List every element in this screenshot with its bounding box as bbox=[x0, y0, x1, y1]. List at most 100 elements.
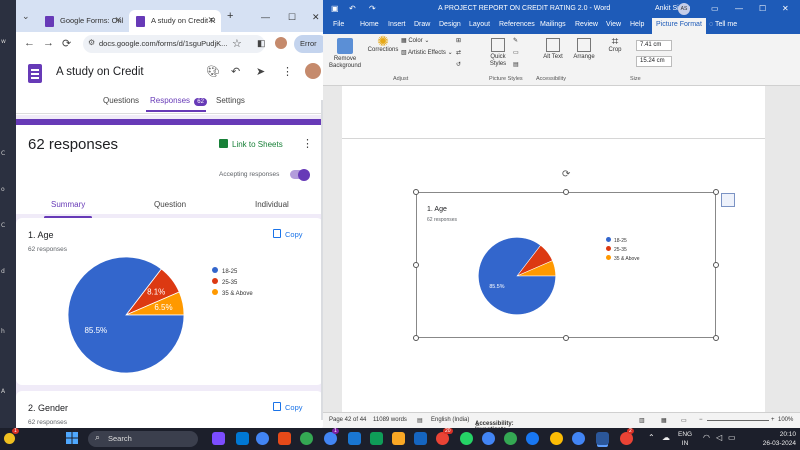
clock[interactable]: 20:10 26-03-2024 bbox=[756, 430, 796, 448]
tab-close-icon[interactable]: ✕ bbox=[207, 15, 215, 26]
tab-home[interactable]: Home bbox=[360, 21, 379, 28]
chrome-icon[interactable] bbox=[300, 432, 313, 445]
accepting-responses-toggle[interactable] bbox=[290, 168, 310, 181]
zoom-out-icon[interactable]: − bbox=[699, 417, 703, 423]
language-indicator[interactable]: ENG IN bbox=[678, 430, 692, 448]
undo-icon[interactable]: ↶ bbox=[349, 4, 356, 13]
avatar[interactable] bbox=[305, 63, 321, 79]
remove-background-button[interactable]: Remove Background bbox=[327, 38, 363, 70]
weather-icon[interactable] bbox=[4, 433, 15, 444]
tab-picture-format[interactable]: Picture Format bbox=[652, 18, 706, 34]
change-picture-icon[interactable]: ⇄ bbox=[456, 50, 461, 57]
chrome-icon[interactable] bbox=[572, 432, 585, 445]
proofing-icon[interactable]: ▤ bbox=[417, 417, 423, 424]
google-forms-logo-icon[interactable] bbox=[28, 64, 42, 83]
resize-handle[interactable] bbox=[413, 335, 419, 341]
app-icon-mail[interactable] bbox=[348, 432, 361, 445]
resize-handle[interactable] bbox=[413, 262, 419, 268]
more-options-icon[interactable]: ⋮ bbox=[302, 137, 313, 150]
tab-design[interactable]: Design bbox=[439, 21, 461, 28]
resize-handle[interactable] bbox=[713, 189, 719, 195]
tab-draw[interactable]: Draw bbox=[414, 21, 430, 28]
tab-help[interactable]: Help bbox=[630, 21, 644, 28]
maximize-icon[interactable]: ☐ bbox=[759, 4, 766, 13]
wifi-icon[interactable]: ◠ bbox=[703, 433, 710, 442]
taskbar-search[interactable]: Search bbox=[88, 431, 198, 447]
chrome-icon[interactable] bbox=[482, 432, 495, 445]
more-options-icon[interactable]: ⋮ bbox=[282, 65, 293, 78]
resize-handle[interactable] bbox=[563, 335, 569, 341]
show-hidden-icons-icon[interactable]: ⌃ bbox=[648, 433, 655, 442]
user-avatar[interactable]: AS bbox=[678, 3, 690, 15]
picture-border-icon[interactable]: ✎ bbox=[513, 38, 518, 45]
picture-effects-icon[interactable]: ▭ bbox=[513, 50, 519, 57]
tab-review[interactable]: Review bbox=[575, 21, 598, 28]
side-panel-icon[interactable]: ◧ bbox=[257, 38, 266, 49]
forward-icon[interactable]: → bbox=[43, 37, 54, 49]
tab-responses[interactable]: Responses 62 bbox=[150, 96, 207, 106]
tab-search-icon[interactable]: ⌄ bbox=[22, 11, 30, 22]
file-explorer-icon[interactable] bbox=[392, 432, 405, 445]
tell-me-search[interactable]: ◌ Tell me bbox=[709, 21, 737, 28]
corrections-button[interactable]: ✺ Corrections bbox=[365, 34, 401, 54]
read-mode-icon[interactable]: ▥ bbox=[639, 417, 645, 424]
width-field[interactable]: 15.24 cm bbox=[636, 56, 672, 67]
maximize-icon[interactable]: ☐ bbox=[288, 12, 296, 23]
palette-icon[interactable]: 🎨︎ bbox=[206, 65, 220, 78]
whatsapp-icon[interactable] bbox=[460, 432, 473, 445]
minimize-icon[interactable]: — bbox=[261, 12, 270, 22]
resize-handle[interactable] bbox=[713, 262, 719, 268]
send-icon[interactable]: ➤ bbox=[256, 65, 265, 78]
error-button[interactable]: Error bbox=[294, 35, 323, 53]
resize-handle[interactable] bbox=[713, 335, 719, 341]
zoom-level[interactable]: 100% bbox=[778, 417, 793, 423]
ribbon-display-icon[interactable]: ▭ bbox=[711, 4, 719, 13]
language-indicator[interactable]: English (India) bbox=[431, 417, 469, 423]
app-icon-edge[interactable] bbox=[414, 432, 427, 445]
close-window-icon[interactable]: ✕ bbox=[312, 12, 320, 23]
alt-text-button[interactable]: Alt Text bbox=[541, 38, 565, 61]
compress-pictures-icon[interactable]: ⊞ bbox=[456, 38, 461, 45]
quick-styles-button[interactable]: Quick Styles bbox=[483, 38, 513, 68]
tab-layout[interactable]: Layout bbox=[469, 21, 490, 28]
app-icon-widgets[interactable] bbox=[212, 432, 225, 445]
volume-icon[interactable]: ◁ bbox=[716, 433, 722, 442]
chrome-icon[interactable] bbox=[504, 432, 517, 445]
selected-picture[interactable]: 1. Age 62 responses 85.5% 18-25 25-35 35 &… bbox=[416, 192, 716, 338]
tab-questions[interactable]: Questions bbox=[103, 96, 139, 105]
tab-references[interactable]: References bbox=[499, 21, 535, 28]
battery-icon[interactable]: ▭ bbox=[728, 433, 736, 442]
tab-mailings[interactable]: Mailings bbox=[540, 21, 566, 28]
onedrive-icon[interactable]: ☁ bbox=[662, 433, 670, 442]
chrome-icon[interactable] bbox=[550, 432, 563, 445]
subtab-individual[interactable]: Individual bbox=[255, 200, 289, 209]
page-indicator[interactable]: Page 42 of 44 bbox=[329, 417, 366, 423]
app-icon-store[interactable] bbox=[370, 432, 383, 445]
profile-avatar[interactable] bbox=[275, 37, 287, 49]
site-info-icon[interactable]: ⚙ bbox=[88, 38, 95, 47]
word-taskbar-icon[interactable] bbox=[596, 432, 609, 445]
tab-view[interactable]: View bbox=[606, 21, 621, 28]
facebook-icon[interactable] bbox=[526, 432, 539, 445]
crop-button[interactable]: ⌗ Crop bbox=[605, 35, 625, 54]
picture-layout-icon[interactable]: ▤ bbox=[513, 62, 519, 69]
subtab-summary[interactable]: Summary bbox=[51, 200, 85, 209]
bookmark-star-icon[interactable]: ☆ bbox=[232, 37, 242, 50]
zoom-slider[interactable] bbox=[707, 420, 769, 421]
document-page[interactable]: ⟳ 1. Age 62 responses 85.5% 18-25 25-35 35… bbox=[342, 86, 765, 412]
tab-file[interactable]: File bbox=[333, 21, 344, 28]
app-icon-powerpoint[interactable] bbox=[278, 432, 291, 445]
arrange-button[interactable]: Arrange bbox=[571, 38, 597, 61]
copy-chart-button[interactable]: Copy bbox=[273, 229, 303, 239]
layout-options-icon[interactable] bbox=[721, 193, 735, 207]
redo-icon[interactable]: ↷ bbox=[369, 4, 376, 13]
undo-icon[interactable]: ↶ bbox=[231, 65, 240, 78]
back-icon[interactable]: ← bbox=[24, 37, 35, 49]
web-layout-icon[interactable]: ▭ bbox=[681, 417, 687, 424]
tab-google-forms[interactable]: Google Forms: Onl ✕ bbox=[38, 10, 128, 32]
subtab-question[interactable]: Question bbox=[154, 200, 186, 209]
app-icon-teams[interactable] bbox=[236, 432, 249, 445]
close-window-icon[interactable]: ✕ bbox=[782, 4, 789, 13]
tab-insert[interactable]: Insert bbox=[388, 21, 406, 28]
tab-settings[interactable]: Settings bbox=[216, 96, 245, 105]
